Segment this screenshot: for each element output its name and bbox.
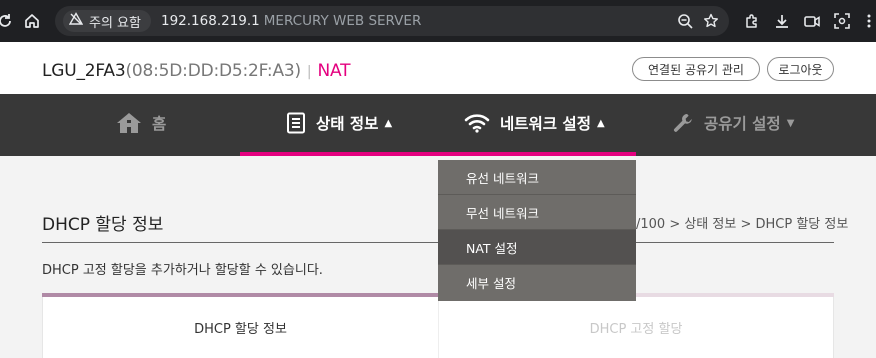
- address-bar[interactable]: 주의 요함 192.168.219.1 MERCURY WEB SERVER: [55, 6, 729, 36]
- page-title: DHCP 할당 정보: [42, 215, 164, 235]
- caret-up-icon: ▲: [384, 117, 393, 129]
- screenshot-icon[interactable]: [831, 10, 853, 32]
- wifi-icon: [464, 113, 490, 133]
- menu-dots-icon[interactable]: [858, 10, 876, 32]
- router-header: LGU_2FA3(08:5D:DD:D5:2F:A3) | NAT 연결된 공유기 …: [0, 42, 876, 94]
- menu-item-advanced-settings[interactable]: 세부 설정: [438, 265, 636, 300]
- nav-router-settings-label: 공유기 설정: [704, 115, 781, 133]
- device-info: LGU_2FA3(08:5D:DD:D5:2F:A3) | NAT: [42, 61, 350, 81]
- document-icon: [286, 112, 306, 134]
- download-icon[interactable]: [771, 10, 793, 32]
- menu-item-nat-settings[interactable]: NAT 설정: [438, 230, 636, 265]
- bookmark-star-icon[interactable]: [701, 11, 721, 31]
- tab-dhcp-info[interactable]: DHCP 할당 정보: [42, 297, 438, 358]
- tab-dhcp-static[interactable]: DHCP 고정 할당: [438, 297, 834, 358]
- nav-network-label: 네트워크 설정: [500, 115, 591, 133]
- url-text[interactable]: 192.168.219.1 MERCURY WEB SERVER: [161, 13, 421, 29]
- breadcrumb: /100 > 상태 정보 > DHCP 할당 정보: [636, 217, 849, 232]
- manage-routers-button[interactable]: 연결된 공유기 관리: [632, 57, 760, 81]
- refresh-icon[interactable]: [0, 10, 16, 32]
- main-nav: 홈 상태 정보 ▲ 네트워크 설정 ▲ 공유기 설정 ▼: [0, 94, 876, 156]
- nav-status-label: 상태 정보: [316, 115, 379, 133]
- home-icon: [116, 112, 142, 134]
- mode-label: NAT: [317, 61, 351, 81]
- nav-status[interactable]: 상태 정보 ▲: [286, 94, 392, 152]
- screen-record-icon[interactable]: [801, 10, 823, 32]
- nav-home-label: 홈: [152, 115, 167, 133]
- nav-network[interactable]: 네트워크 설정 ▲: [464, 94, 605, 152]
- nav-router-settings[interactable]: 공유기 설정 ▼: [672, 94, 794, 152]
- network-dropdown-menu: 유선 네트워크 무선 네트워크 NAT 설정 세부 설정: [438, 160, 636, 301]
- caret-up-icon: ▲: [596, 117, 605, 129]
- caret-down-icon: ▼: [786, 117, 795, 129]
- url-host: 192.168.219.1: [161, 13, 260, 29]
- browser-toolbar: 주의 요함 192.168.219.1 MERCURY WEB SERVER: [0, 0, 876, 42]
- page-description: DHCP 고정 할당을 추가하거나 할당할 수 있습니다.: [42, 263, 323, 278]
- wrench-icon: [672, 112, 694, 134]
- header-separator: |: [306, 64, 312, 80]
- logout-button[interactable]: 로그아웃: [767, 57, 834, 81]
- security-chip[interactable]: 주의 요함: [63, 10, 151, 32]
- menu-item-wireless-network[interactable]: 무선 네트워크: [438, 195, 636, 230]
- nav-home[interactable]: 홈: [116, 94, 166, 152]
- device-mac: (08:5D:DD:D5:2F:A3): [125, 61, 301, 81]
- home-icon[interactable]: [21, 10, 43, 32]
- extensions-icon[interactable]: [741, 10, 763, 32]
- url-title: MERCURY WEB SERVER: [263, 13, 422, 29]
- warning-icon: [68, 12, 84, 30]
- menu-item-wired-network[interactable]: 유선 네트워크: [438, 160, 636, 195]
- security-label: 주의 요함: [89, 15, 141, 31]
- zoom-icon[interactable]: [675, 11, 695, 31]
- device-name: LGU_2FA3: [42, 61, 126, 81]
